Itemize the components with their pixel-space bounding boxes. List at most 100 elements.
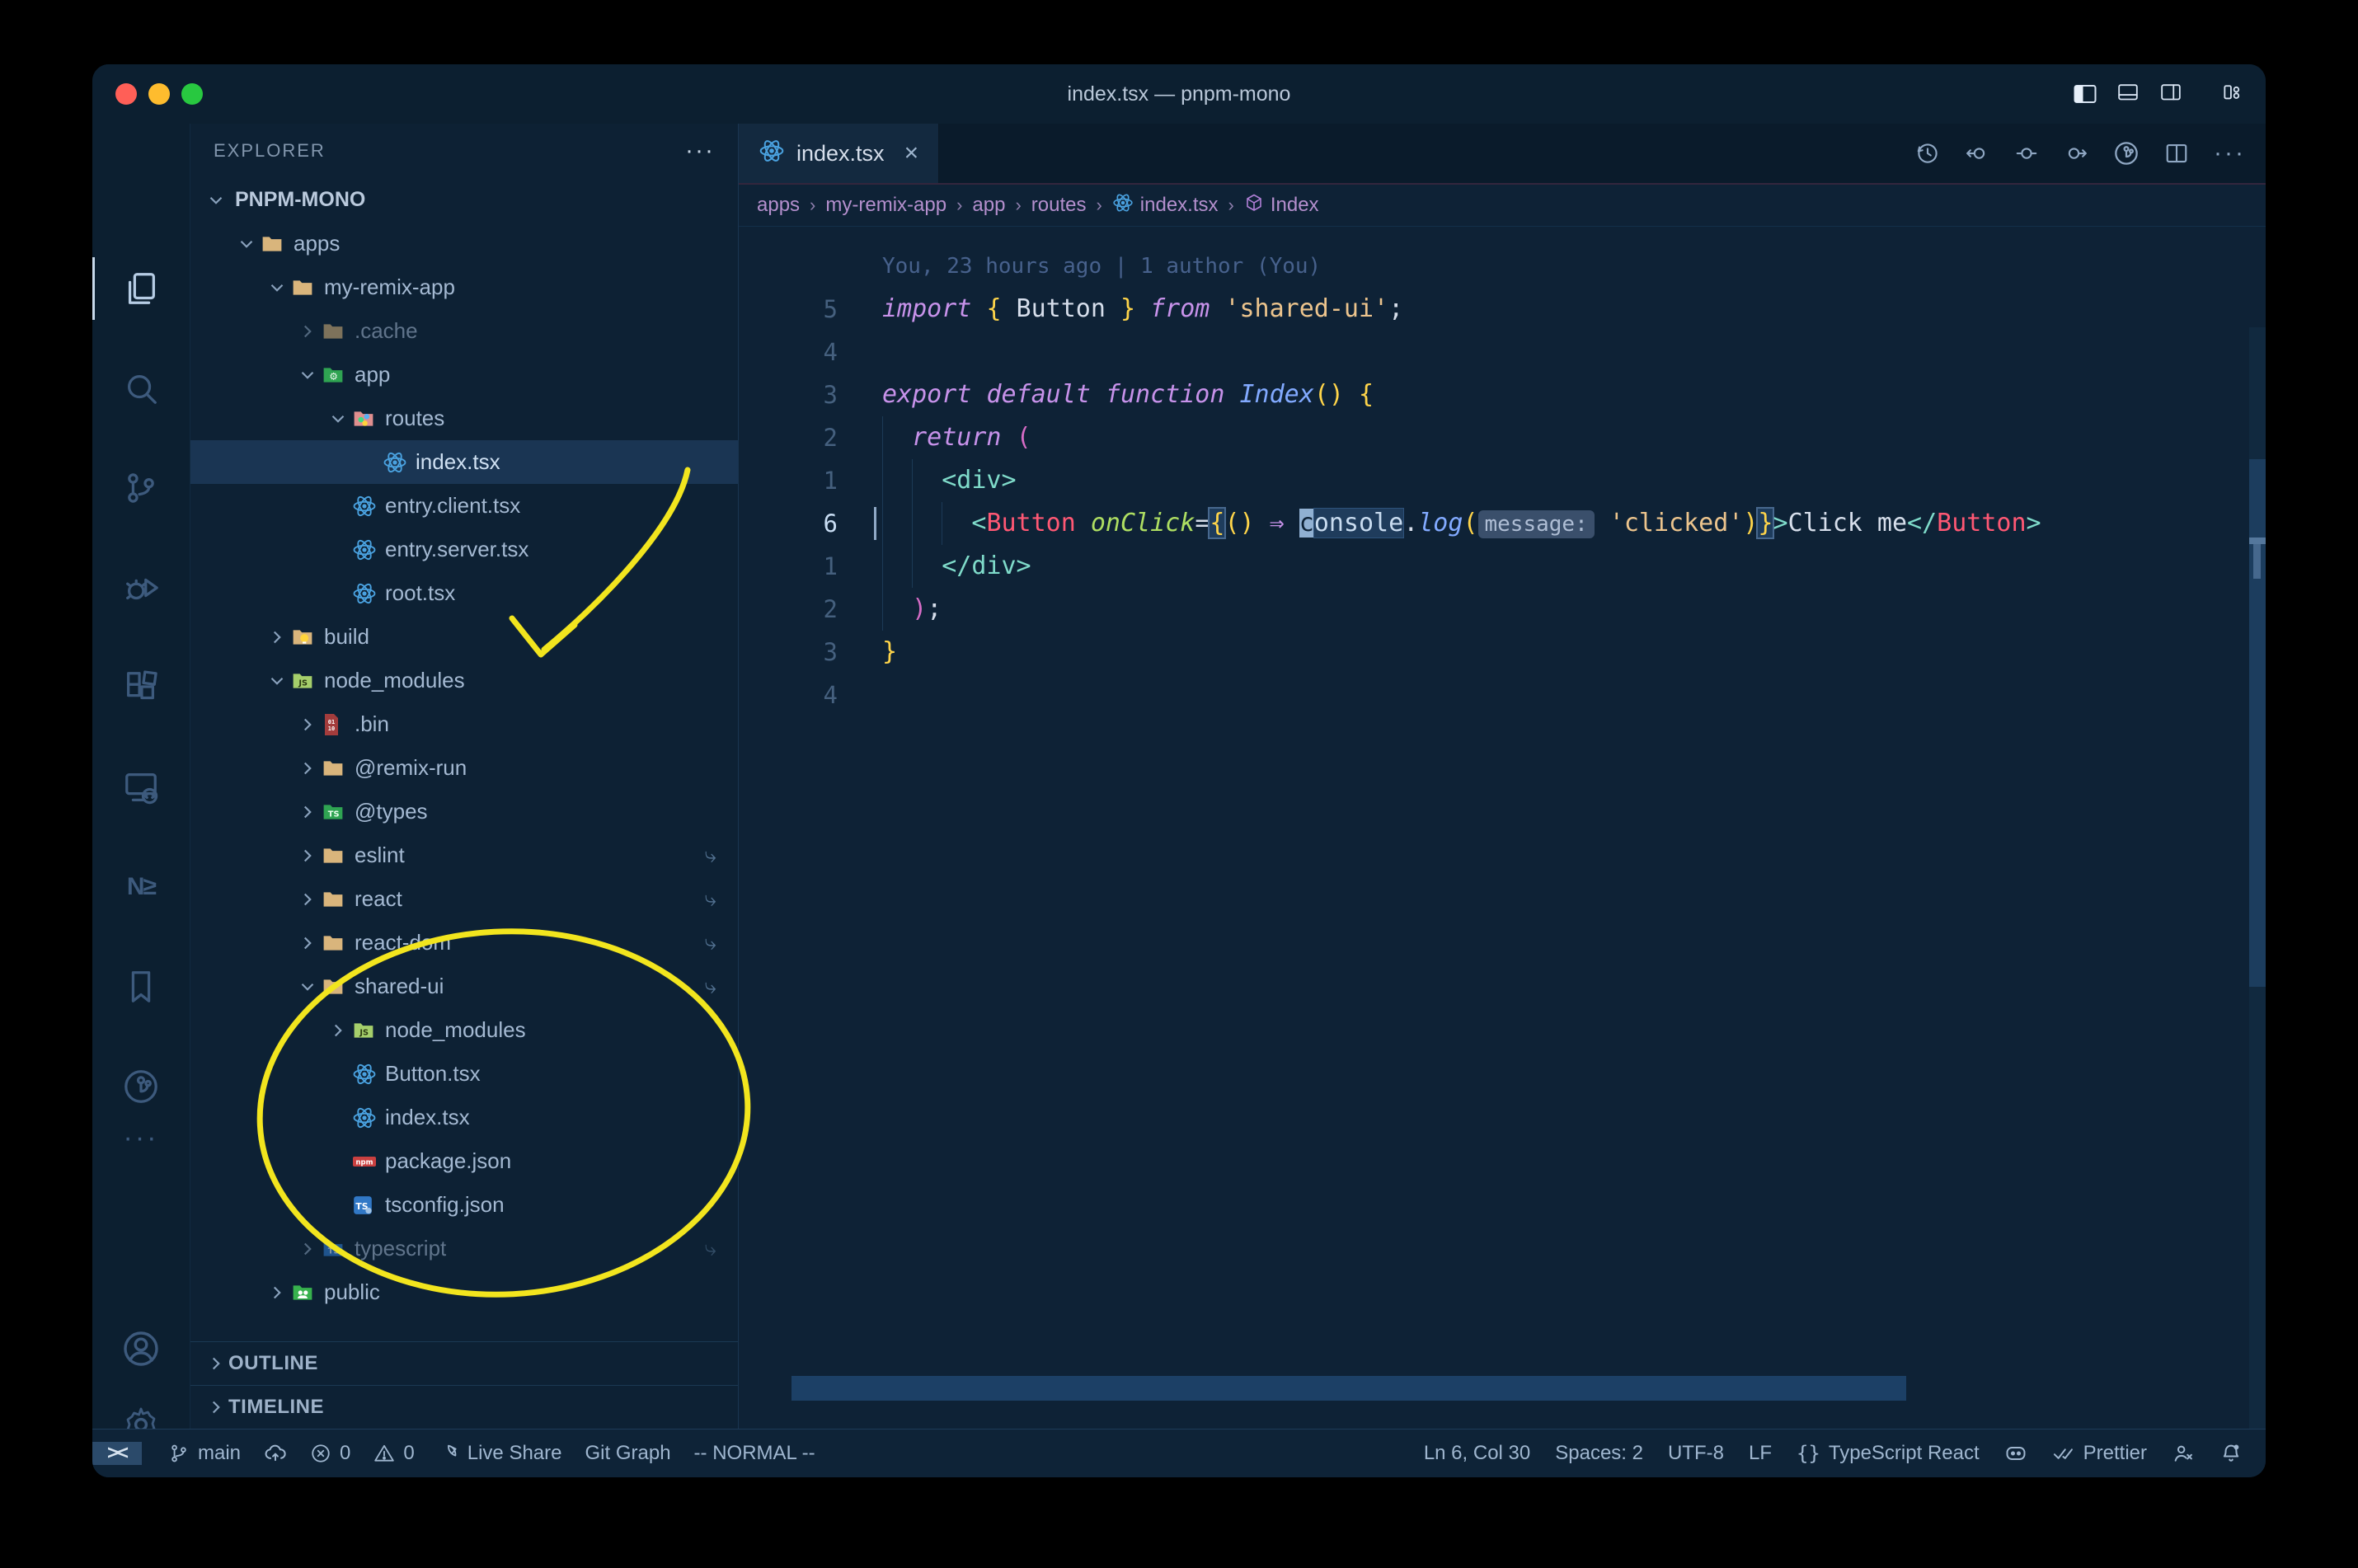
status-0[interactable]: 0 [373,1442,415,1465]
activity-remote-explorer-icon[interactable] [92,746,190,829]
git-blame-annotation: You, 23 hours ago | 1 author (You) [882,254,1322,279]
svg-text:⚙: ⚙ [329,370,338,382]
activity-source-control-icon[interactable] [92,447,190,529]
tree-item-root-tsx[interactable]: root.tsx [190,571,738,615]
tree-root-folder[interactable]: PNPM-MONO [190,178,738,222]
activity-extensions-icon[interactable] [92,646,190,729]
vertical-scrollbar[interactable] [2249,327,2266,1429]
activity-bookmarks-icon[interactable] [92,946,190,1028]
activity-bar: N≥···1 [92,124,190,1464]
code-line-current: 6 <Button onClick={() ⇒ console.log(mess… [739,502,2241,545]
layout-sidebar-left-icon[interactable] [2073,83,2097,105]
tree-item-react[interactable]: react ⤷ [190,877,738,921]
tab-index-tsx[interactable]: index.tsx × [739,124,940,183]
status-person-remove-icon[interactable] [2172,1442,2195,1465]
activity-nx-console-icon[interactable]: N≥ [92,846,190,928]
status-main[interactable]: main [168,1442,241,1465]
status-live-share[interactable]: Live Share [438,1442,562,1465]
activity-account-icon[interactable] [92,1307,190,1390]
gitlens-circle-icon[interactable] [2113,140,2140,167]
code-line: 4 [739,331,2241,373]
status-bell-icon[interactable] [2219,1442,2243,1465]
code-text: <Button onClick={() ⇒ console.log(messag… [971,509,2041,538]
tree-item--bin[interactable]: 01 10 .bin [190,702,738,746]
sidebar-section-outline[interactable]: OUTLINE [190,1341,738,1385]
status-cloud-upload-icon[interactable] [264,1442,287,1465]
tree-item-eslint[interactable]: eslint ⤷ [190,833,738,877]
tree-item--types[interactable]: TS @types [190,790,738,833]
tree-item-package-json[interactable]: npm package.json [190,1139,738,1183]
activity-run-debug-icon[interactable] [92,547,190,629]
tree-item-node-modules[interactable]: JS node_modules [190,659,738,702]
tree-item-entry-server-tsx[interactable]: entry.server.tsx [190,528,738,571]
tree-item-my-remix-app[interactable]: my-remix-app [190,265,738,309]
cloud-upload-icon [264,1442,287,1465]
status-normal[interactable]: -- NORMAL -- [694,1442,815,1465]
activity-files-icon[interactable] [92,247,190,330]
close-tab-icon[interactable]: × [904,139,919,167]
status-remote-icon[interactable]: >< [92,1442,142,1465]
bell-icon [2219,1442,2243,1465]
tree-item-tsconfig-json[interactable]: TS tsconfig.json [190,1183,738,1227]
activity-more-icon[interactable]: ··· [92,1096,190,1179]
tree-item--cache[interactable]: .cache [190,309,738,353]
window-titlebar[interactable]: index.tsx — pnpm-mono [92,64,2266,124]
layout-customize-icon[interactable] [2219,83,2244,105]
tree-item-entry-client-tsx[interactable]: entry.client.tsx [190,484,738,528]
tree-item-index-tsx[interactable]: index.tsx [190,440,738,484]
tree-item-index-tsx[interactable]: index.tsx [190,1096,738,1139]
status-0[interactable]: 0 [310,1442,350,1465]
tree-item-typescript[interactable]: TS typescript ⤷ [190,1227,738,1270]
tree-item-public[interactable]: public [190,1270,738,1314]
tree-item--remix-run[interactable]: @remix-run [190,746,738,790]
copilot-icon [2004,1442,2027,1465]
tree-item-react-dom[interactable]: react-dom ⤷ [190,921,738,965]
breadcrumb-item-my-remix-app[interactable]: my-remix-app [825,194,946,217]
svg-text:10: 10 [328,725,335,732]
breadcrumb-item-index-tsx[interactable]: index.tsx [1112,192,1219,219]
layout-sidebar-right-icon[interactable] [2158,83,2183,105]
react-icon [352,1106,380,1130]
sidebar-section-timeline[interactable]: TIMELINE [190,1385,738,1429]
line-number: 4 [823,338,838,366]
horizontal-scrollbar[interactable] [791,1376,1906,1401]
breadcrumb-item-routes[interactable]: routes [1031,194,1087,217]
tree-item-shared-ui[interactable]: shared-ui ⤷ [190,965,738,1008]
code-editor[interactable]: You, 23 hours ago | 1 author (You) 5 impor… [739,227,2266,1429]
error-icon [310,1443,331,1464]
status-spaces-2[interactable]: Spaces: 2 [1555,1442,1643,1465]
file-binary-icon: 01 10 [322,712,350,737]
line-number: 3 [823,638,838,666]
tree-item-node-modules[interactable]: JS node_modules [190,1008,738,1052]
more-actions-icon[interactable]: ··· [2214,139,2246,167]
status-prettier[interactable]: Prettier [2052,1442,2147,1465]
explorer-more-actions-icon[interactable]: ··· [685,138,715,163]
split-editor-icon[interactable] [2164,141,2189,166]
status-git-graph[interactable]: Git Graph [585,1442,671,1465]
status-lf[interactable]: LF [1749,1442,1772,1465]
status-utf-8[interactable]: UTF-8 [1668,1442,1724,1465]
breadcrumb-item-index[interactable]: Index [1244,193,1319,218]
status-ln-6-col-30[interactable]: Ln 6, Col 30 [1424,1442,1530,1465]
editor-tab-bar: index.tsx × ··· [739,124,2266,185]
chevron-down-icon [294,361,322,389]
folder-types-icon: TS [322,800,350,824]
status-copilot-icon[interactable] [2004,1442,2027,1465]
status-typescript-react[interactable]: {} TypeScript React [1797,1442,1980,1466]
tree-item-routes[interactable]: routes [190,397,738,440]
breadcrumb-item-apps[interactable]: apps [757,194,800,217]
prev-change-icon[interactable] [1965,141,1989,166]
tree-item-apps[interactable]: apps [190,222,738,265]
tree-item-button-tsx[interactable]: Button.tsx [190,1052,738,1096]
folder-public-icon [291,1280,319,1305]
tree-item-app[interactable]: ⚙ app [190,353,738,397]
next-change-icon[interactable] [2064,141,2088,166]
history-icon[interactable] [1915,141,1940,166]
change-icon[interactable] [2014,141,2039,166]
tree-item-build[interactable]: build [190,615,738,659]
activity-search-icon[interactable] [92,347,190,430]
layout-panel-icon[interactable] [2116,83,2140,105]
explorer-sidebar: EXPLORER ··· PNPM-MONO apps my-remix-app .c… [190,124,739,1429]
breadcrumb-item-app[interactable]: app [972,194,1005,217]
tree-item-label: index.tsx [385,1105,470,1129]
